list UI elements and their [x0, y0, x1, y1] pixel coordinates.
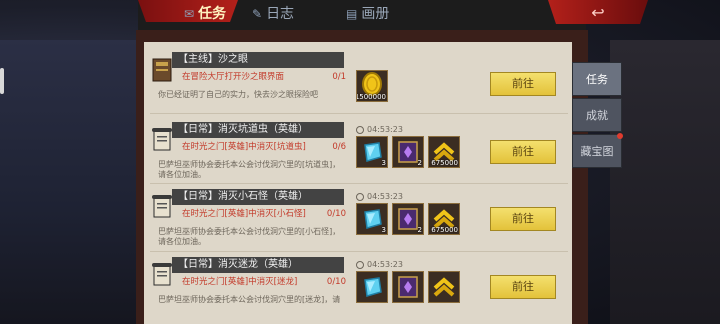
tab-task-label: 任务 — [198, 6, 227, 22]
tab-log[interactable]: ✎ 日志 — [252, 5, 294, 23]
timer-text: 04:53:23 — [367, 192, 403, 201]
quest-row: 【日常】消灭迷龙（英雄） 在时光之门[英雄]中消灭[迷龙] 0/10 巴萨坦巫师… — [150, 255, 568, 324]
background-scenery-left — [0, 40, 140, 324]
reward-item[interactable] — [428, 271, 460, 303]
quest-progress: 0/6 — [332, 142, 346, 152]
divider — [150, 251, 568, 252]
quest-progress: 0/10 — [326, 209, 346, 219]
purple-tome-icon — [398, 276, 418, 298]
quill-icon: ✎ — [252, 7, 263, 21]
reward-amount: 675000 — [431, 226, 458, 234]
side-tab-achievement-label: 成就 — [586, 109, 608, 122]
reward-item[interactable]: 2 — [392, 203, 424, 235]
quest-row: 【主线】沙之眼 在冒险大厅打开沙之眼界面 0/1 你已经证明了自己的实力，快去沙… — [150, 50, 568, 114]
reward-item[interactable] — [392, 271, 424, 303]
reward-item[interactable]: 2 — [392, 136, 424, 168]
go-button[interactable]: 前往 — [490, 207, 556, 231]
reward-item[interactable]: 675000 — [428, 136, 460, 168]
close-button[interactable]: ↩ — [578, 4, 618, 22]
clock-icon — [356, 261, 364, 269]
go-button[interactable]: 前往 — [490, 72, 556, 96]
timer-text: 04:53:23 — [367, 260, 403, 269]
side-tab-achievement[interactable]: 成就 — [572, 98, 622, 132]
quest-rewards: 3 2 675000 — [356, 203, 460, 235]
quest-timer: 04:53:23 — [356, 124, 403, 136]
side-tab-task-label: 任务 — [586, 73, 608, 86]
quest-progress: 0/1 — [332, 72, 346, 82]
reward-item[interactable]: 3 — [356, 136, 388, 168]
clock-icon — [356, 193, 364, 201]
timer-text: 04:53:23 — [367, 125, 403, 134]
reward-item[interactable] — [356, 271, 388, 303]
notification-badge — [617, 133, 623, 139]
reward-item[interactable]: 1500000 — [356, 70, 388, 102]
tab-album[interactable]: ▤ 画册 — [346, 5, 389, 23]
reward-amount: 1500000 — [356, 93, 386, 101]
reward-amount: 2 — [417, 226, 422, 234]
quest-row: 【日常】消灭坑道虫（英雄） 在时光之门[英雄]中消灭[坑道虫] 0/6 巴萨坦巫… — [150, 120, 568, 184]
divider — [150, 113, 568, 114]
scroll-icon: ✉ — [184, 7, 195, 21]
reward-amount: 3 — [381, 226, 386, 234]
divider — [150, 183, 568, 184]
reward-item[interactable]: 675000 — [428, 203, 460, 235]
quest-row: 【日常】消灭小石怪（英雄） 在时光之门[英雄]中消灭[小石怪] 0/10 巴萨坦… — [150, 187, 568, 251]
side-tab-treasure-map[interactable]: 藏宝图 — [572, 133, 623, 168]
tab-log-label: 日志 — [266, 6, 295, 22]
reward-amount: 2 — [417, 159, 422, 167]
quest-description: 你已经证明了自己的实力，快去沙之眼探险吧 — [158, 90, 318, 99]
quest-description: 巴萨坦巫师协会委托本公会讨伐洞穴里的[小石怪]，请各位加油。 — [158, 227, 341, 246]
tab-task[interactable]: ✉ 任务 — [184, 5, 226, 23]
go-button[interactable]: 前往 — [490, 140, 556, 164]
side-tab-task[interactable]: 任务 — [572, 62, 622, 96]
book-icon: ▤ — [346, 7, 358, 21]
reward-amount: 675000 — [431, 159, 458, 167]
clock-icon — [356, 126, 364, 134]
quest-timer: 04:53:23 — [356, 191, 403, 203]
blue-crystal-icon — [364, 277, 382, 297]
reward-amount: 3 — [381, 159, 386, 167]
reward-item[interactable]: 3 — [356, 203, 388, 235]
quest-title: 【日常】消灭小石怪（英雄） — [172, 189, 344, 205]
background-scenery-right — [610, 40, 720, 324]
gold-rank-icon — [433, 277, 455, 297]
quest-progress: 0/10 — [326, 277, 346, 287]
quest-description: 巴萨坦巫师协会委托本公会讨伐洞穴里的[迷龙]，请 — [158, 295, 341, 304]
screen-edge-handle[interactable] — [0, 68, 4, 94]
side-tab-treasure-map-label: 藏宝图 — [580, 145, 614, 158]
quest-title: 【主线】沙之眼 — [172, 52, 344, 68]
quest-rewards — [356, 271, 460, 303]
tab-album-label: 画册 — [361, 6, 390, 22]
quest-timer: 04:53:23 — [356, 259, 403, 271]
quest-title: 【日常】消灭坑道虫（英雄） — [172, 122, 344, 138]
go-button[interactable]: 前往 — [490, 275, 556, 299]
quest-description: 巴萨坦巫师协会委托本公会讨伐洞穴里的[坑道虫]，请各位加油。 — [158, 160, 341, 179]
back-arrow-icon: ↩ — [591, 3, 605, 22]
quest-rewards: 1500000 — [356, 70, 388, 102]
quest-title: 【日常】消灭迷龙（英雄） — [172, 257, 344, 273]
quest-rewards: 3 2 675000 — [356, 136, 460, 168]
